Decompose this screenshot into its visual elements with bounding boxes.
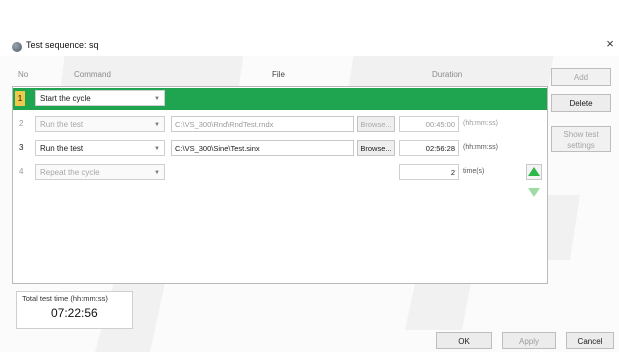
total-test-time: Total test time (hh:mm:ss) 07:22:56 (16, 291, 133, 329)
header-file: File (272, 70, 285, 79)
file-path-field[interactable]: C:\VS_300\Sine\Test.sinx (171, 140, 354, 156)
header-no: No (18, 70, 29, 79)
header-command: Command (74, 70, 111, 79)
show-test-settings-line-1: Show test (563, 130, 599, 139)
header-duration: Duration (432, 70, 463, 79)
command-select[interactable]: Repeat the cycle ▼ (35, 164, 165, 180)
delete-button[interactable]: Delete (551, 94, 611, 112)
total-test-time-label: Total test time (hh:mm:ss) (22, 294, 108, 303)
browse-button[interactable]: Browse... (357, 116, 395, 132)
dialog-window: Test sequence: sq × No Command File Dura… (0, 0, 619, 352)
add-button[interactable]: Add (551, 68, 611, 86)
ok-button[interactable]: OK (436, 332, 492, 349)
duration-unit: (hh:mm:ss) (463, 144, 498, 151)
command-select[interactable]: Start the cycle ▼ (35, 90, 165, 106)
command-value: Start the cycle (40, 94, 91, 103)
cancel-button[interactable]: Cancel (566, 332, 614, 349)
repeat-unit: time(s) (463, 168, 485, 175)
command-value: Run the test (40, 120, 84, 129)
row-number: 2 (19, 119, 24, 128)
show-test-settings-button[interactable]: Show test settings (551, 126, 611, 152)
move-up-button[interactable] (526, 164, 542, 180)
duration-field[interactable]: 00:45:00 (399, 116, 459, 132)
row-number: 4 (19, 167, 24, 176)
sequence-grid: 1 Start the cycle ▼ 2 Run the test ▼ C:\… (12, 86, 548, 284)
triangle-down-icon (528, 188, 540, 197)
show-test-settings-line-2: settings (567, 141, 595, 150)
chevron-down-icon: ▼ (154, 146, 160, 152)
command-value: Repeat the cycle (40, 168, 100, 177)
duration-unit: (hh:mm:ss) (463, 120, 498, 127)
title-bar: Test sequence: sq × (0, 0, 619, 56)
command-select[interactable]: Run the test ▼ (35, 140, 165, 156)
command-select[interactable]: Run the test ▼ (35, 116, 165, 132)
app-icon (12, 42, 22, 52)
sequence-row-3[interactable]: 3 Run the test ▼ C:\VS_300\Sine\Test.sin… (13, 137, 547, 161)
row-number: 3 (19, 143, 24, 152)
total-test-time-value: 07:22:56 (51, 306, 98, 320)
row-number: 1 (15, 91, 25, 106)
sequence-row-1[interactable]: 1 Start the cycle ▼ (13, 88, 547, 110)
repeat-count-field[interactable]: 2 (399, 164, 459, 180)
duration-field[interactable]: 02:56:28 (399, 140, 459, 156)
sequence-row-4[interactable]: 4 Repeat the cycle ▼ 2 time(s) (13, 161, 547, 185)
command-value: Run the test (40, 144, 84, 153)
browse-button[interactable]: Browse... (357, 140, 395, 156)
sequence-row-2[interactable]: 2 Run the test ▼ C:\VS_300\Rnd\RndTest.r… (13, 113, 547, 137)
window-title: Test sequence: sq (26, 40, 99, 50)
chevron-down-icon: ▼ (154, 122, 160, 128)
chevron-down-icon: ▼ (154, 170, 160, 176)
file-path-field[interactable]: C:\VS_300\Rnd\RndTest.rndx (171, 116, 354, 132)
close-button[interactable]: × (604, 37, 616, 51)
move-down-button[interactable] (526, 184, 542, 200)
chevron-down-icon: ▼ (154, 96, 160, 102)
apply-button[interactable]: Apply (502, 332, 556, 349)
